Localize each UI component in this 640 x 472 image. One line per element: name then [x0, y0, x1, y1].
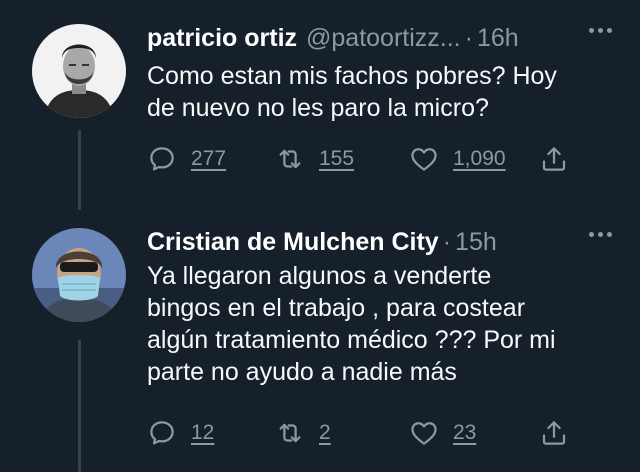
tweet-text: Como estan mis fachos pobres? Hoy de nue…	[147, 60, 620, 124]
timestamp[interactable]: 15h	[455, 228, 497, 257]
timestamp[interactable]: 16h	[477, 24, 519, 53]
tweet-text: Ya llegaron algunos a venderte bingos en…	[147, 260, 620, 388]
tweet-header: patricio ortiz @patoortizz... · 16h	[147, 20, 612, 56]
share-button[interactable]	[539, 144, 569, 174]
tweet[interactable]: Cristian de Mulchen City · 15h Ya llegar…	[0, 210, 640, 472]
more-options-icon[interactable]	[589, 232, 612, 237]
tweet-text-line: Ya llegaron algunos a venderte	[147, 262, 492, 290]
reply-icon	[150, 147, 174, 171]
reply-count: 12	[191, 421, 215, 444]
reply-button[interactable]: 277	[147, 144, 226, 174]
tweet-text-line: de nuevo no les paro la micro?	[147, 94, 489, 122]
retweet-button[interactable]: 2	[275, 418, 331, 448]
heart-icon	[411, 422, 437, 445]
avatar[interactable]	[32, 228, 126, 322]
share-icon	[542, 421, 566, 445]
display-name[interactable]: patricio ortiz	[147, 24, 297, 53]
tweet-text-line: parte no ayudo a nadie más	[147, 358, 457, 386]
retweet-button[interactable]: 155	[275, 144, 354, 174]
avatar[interactable]	[32, 24, 126, 118]
like-count: 23	[453, 421, 477, 444]
heart-icon	[411, 148, 437, 171]
tweet-text-line: Como estan mis fachos pobres? Hoy	[147, 62, 557, 90]
masked-person-avatar-icon	[32, 228, 126, 322]
like-button[interactable]: 23	[409, 418, 476, 448]
retweet-count: 155	[319, 147, 355, 170]
more-options-icon[interactable]	[589, 28, 612, 33]
like-count: 1,090	[453, 147, 506, 170]
tweet[interactable]: patricio ortiz @patoortizz... · 16h Como…	[0, 0, 640, 210]
reply-count: 277	[191, 147, 227, 170]
reply-icon	[150, 421, 174, 445]
username-handle[interactable]: @patoortizz...	[306, 24, 461, 53]
tweet-header: Cristian de Mulchen City · 15h	[147, 224, 612, 260]
separator-dot: ·	[442, 227, 452, 256]
retweet-icon	[279, 423, 301, 443]
person-avatar-icon	[32, 24, 126, 118]
share-button[interactable]	[539, 418, 569, 448]
share-icon	[542, 147, 566, 171]
action-bar: 12 2 23	[147, 418, 620, 454]
retweet-count: 2	[319, 421, 331, 444]
separator-dot: ·	[464, 23, 473, 52]
action-bar: 277 155 1,090	[147, 144, 620, 180]
reply-button[interactable]: 12	[147, 418, 214, 448]
tweet-text-line: bingos en el trabajo , para costear	[147, 294, 526, 322]
like-button[interactable]: 1,090	[409, 144, 506, 174]
tweet-text-line: algún tratamiento médico ??? Por mi	[147, 326, 556, 354]
display-name[interactable]: Cristian de Mulchen City	[147, 228, 439, 257]
retweet-icon	[279, 149, 301, 169]
